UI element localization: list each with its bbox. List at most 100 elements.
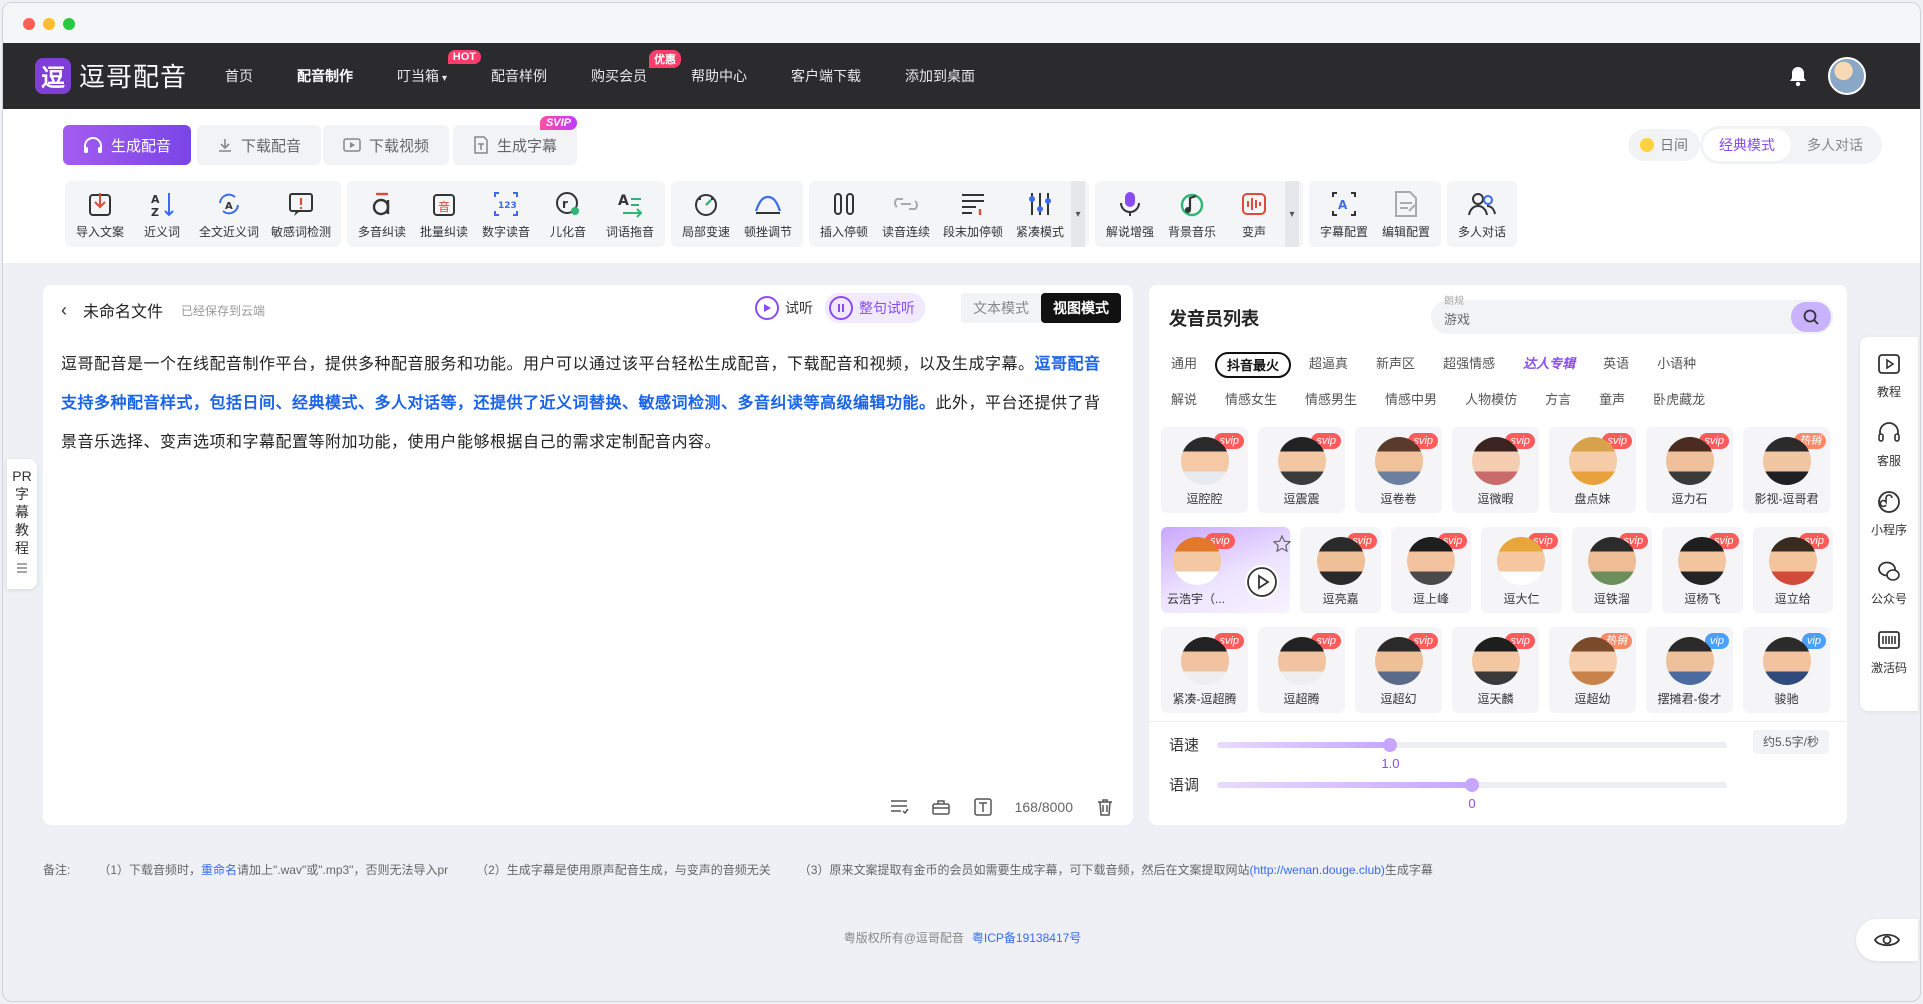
voice-search-input[interactable]: 朗规 游戏 xyxy=(1431,296,1833,334)
more-tools-button[interactable]: ▾ xyxy=(1285,181,1299,247)
category-tab[interactable]: 情感女生 xyxy=(1215,388,1287,414)
list-format-icon[interactable] xyxy=(889,797,909,817)
category-tab[interactable]: 童声 xyxy=(1589,388,1635,414)
voice-card[interactable]: svip 逗超腾 xyxy=(1258,627,1345,713)
nav-item[interactable]: 购买会员 优惠 xyxy=(591,50,682,86)
voice-card[interactable]: svip 逗大仁 xyxy=(1481,527,1562,613)
back-button[interactable]: ‹ xyxy=(61,300,67,321)
note-1-link[interactable]: 重命名 xyxy=(201,863,237,877)
speed-slider-handle[interactable] xyxy=(1383,738,1398,752)
category-tab[interactable]: 情感中男 xyxy=(1375,388,1447,414)
voice-card[interactable]: 热销 影视-逗哥君 xyxy=(1743,427,1830,513)
voice-card[interactable]: 热销 逗超幼 xyxy=(1549,627,1636,713)
file-title[interactable]: 未命名文件 xyxy=(83,298,163,322)
right-tool-2[interactable]: 小程序 xyxy=(1871,489,1907,538)
tool-button[interactable]: 读音连续 xyxy=(875,181,937,247)
user-avatar[interactable] xyxy=(1828,57,1866,95)
nav-item[interactable]: 客户端下载 xyxy=(791,66,861,86)
bell-icon[interactable] xyxy=(1788,65,1808,87)
category-tab[interactable]: 通用 xyxy=(1161,352,1207,378)
editor-text-area[interactable]: 逗哥配音是一个在线配音制作平台，提供多种配音服务和功能。用户可以通过该平台轻松生… xyxy=(43,335,1133,472)
tool-button[interactable]: 导入文案 xyxy=(69,181,131,247)
voice-card[interactable]: svip 逗上峰 xyxy=(1390,527,1472,613)
voice-card[interactable]: svip 逗力石 xyxy=(1646,427,1733,513)
pr-subtitle-tutorial-tab[interactable]: PR 字 幕 教 程 xyxy=(7,459,37,589)
tool-button[interactable]: 解说增强 xyxy=(1099,181,1161,247)
tool-button[interactable]: 顿挫调节 xyxy=(737,181,799,247)
nav-item[interactable]: 添加到桌面 xyxy=(905,66,975,86)
tab-download-dubbing[interactable]: 下载配音 xyxy=(197,125,322,165)
tool-button[interactable]: 紧凑模式 xyxy=(1009,181,1071,247)
toolbox-icon[interactable] xyxy=(931,797,951,817)
nav-item[interactable]: 配音样例 xyxy=(491,66,547,86)
eye-toggle-button[interactable] xyxy=(1856,919,1918,961)
view-mode-button[interactable]: 视图模式 xyxy=(1041,293,1121,323)
icp-link[interactable]: 粤ICP备19138417号 xyxy=(972,931,1081,945)
tool-button[interactable]: A Z 近义词 xyxy=(131,181,193,247)
close-window-button[interactable] xyxy=(23,18,35,30)
tool-button[interactable]: 多人对话 xyxy=(1451,181,1513,247)
category-tab[interactable]: 卧虎藏龙 xyxy=(1643,388,1715,414)
voice-card[interactable]: svip 云浩宇（... xyxy=(1161,527,1292,613)
right-tool-0[interactable]: 教程 xyxy=(1876,351,1902,400)
tab-generate-dubbing[interactable]: 生成配音 xyxy=(63,125,192,165)
voice-card[interactable]: vip 摆摊君-俊才 xyxy=(1646,627,1733,713)
tool-button[interactable]: 段末加停顿 xyxy=(937,181,1009,247)
tool-button[interactable]: r 儿化音 xyxy=(537,181,599,247)
category-tab[interactable]: 解说 xyxy=(1161,388,1207,414)
logo[interactable]: 逗 逗哥配音 xyxy=(35,57,187,94)
category-tab[interactable]: 达人专辑 xyxy=(1513,352,1585,378)
category-tab[interactable]: 新声区 xyxy=(1366,352,1425,378)
category-tab[interactable]: 超逼真 xyxy=(1299,352,1358,378)
text-mode-button[interactable]: 文本模式 xyxy=(961,293,1041,323)
speed-slider[interactable]: 1.0 xyxy=(1217,738,1727,771)
category-tab[interactable]: 方言 xyxy=(1535,388,1581,414)
category-tab[interactable]: 情感男生 xyxy=(1295,388,1367,414)
day-mode-toggle[interactable]: 日间 xyxy=(1628,129,1700,161)
tool-button[interactable]: 背景音乐 xyxy=(1161,181,1223,247)
nav-item[interactable]: 帮助中心 xyxy=(691,66,747,86)
note-3-link[interactable]: (http://wenan.douge.club) xyxy=(1249,863,1384,877)
tool-button[interactable]: A 词语拖音 xyxy=(599,181,661,247)
category-tab[interactable]: 小语种 xyxy=(1647,352,1706,378)
voice-card[interactable]: svip 紧凑-逗超腾 xyxy=(1161,627,1248,713)
mode-classic[interactable]: 经典模式 xyxy=(1703,129,1791,161)
nav-item[interactable]: 首页 xyxy=(225,66,253,86)
voice-card[interactable]: svip 逗杨飞 xyxy=(1662,527,1743,613)
text-format-icon[interactable] xyxy=(973,797,993,817)
voice-card[interactable]: svip 逗腔腔 xyxy=(1161,427,1248,513)
nav-item[interactable]: 配音制作 xyxy=(297,66,353,86)
tool-button[interactable]: 变声 xyxy=(1223,181,1285,247)
voice-card[interactable]: svip 逗铁溜 xyxy=(1571,527,1653,613)
mode-multi-dialog[interactable]: 多人对话 xyxy=(1791,129,1879,161)
maximize-window-button[interactable] xyxy=(63,18,75,30)
more-tools-button[interactable]: ▾ xyxy=(1071,181,1085,247)
voice-card[interactable]: svip 逗亮嘉 xyxy=(1300,527,1381,613)
tool-button[interactable]: 编辑配置 xyxy=(1375,181,1437,247)
tab-generate-subtitle[interactable]: 生成字幕 SVIP xyxy=(453,116,578,165)
sentence-preview-button[interactable]: 整句试听 xyxy=(825,293,925,323)
category-tab[interactable]: 英语 xyxy=(1593,352,1639,378)
favorite-star-icon[interactable] xyxy=(1272,534,1292,553)
voice-card[interactable]: svip 逗立给 xyxy=(1752,527,1833,613)
tool-button[interactable]: 局部变速 xyxy=(675,181,737,247)
tool-button[interactable]: A 字幕配置 xyxy=(1313,181,1375,247)
category-tab[interactable]: 抖音最火 xyxy=(1215,352,1292,378)
voice-card[interactable]: svip 逗天麟 xyxy=(1452,627,1539,713)
right-tool-3[interactable]: 公众号 xyxy=(1871,558,1907,607)
minimize-window-button[interactable] xyxy=(43,18,55,30)
category-tab[interactable]: 人物模仿 xyxy=(1455,388,1527,414)
right-tool-1[interactable]: 客服 xyxy=(1876,420,1902,469)
voice-card[interactable]: svip 盘点妹 xyxy=(1549,427,1636,513)
tab-download-video[interactable]: 下载视频 xyxy=(323,125,450,165)
tool-button[interactable]: A 全文近义词 xyxy=(193,181,265,247)
tool-button[interactable]: 音批量纠读 xyxy=(413,181,475,247)
voice-card[interactable]: vip 骏驰 xyxy=(1743,627,1830,713)
trash-icon[interactable] xyxy=(1095,797,1115,817)
category-tab[interactable]: 超强情感 xyxy=(1433,352,1505,378)
voice-card[interactable]: svip 逗震震 xyxy=(1258,427,1345,513)
voice-card[interactable]: svip 逗微暇 xyxy=(1452,427,1539,513)
pitch-slider-handle[interactable] xyxy=(1465,778,1479,792)
voice-play-button[interactable] xyxy=(1245,565,1279,599)
pitch-slider[interactable]: 0 xyxy=(1217,778,1727,811)
